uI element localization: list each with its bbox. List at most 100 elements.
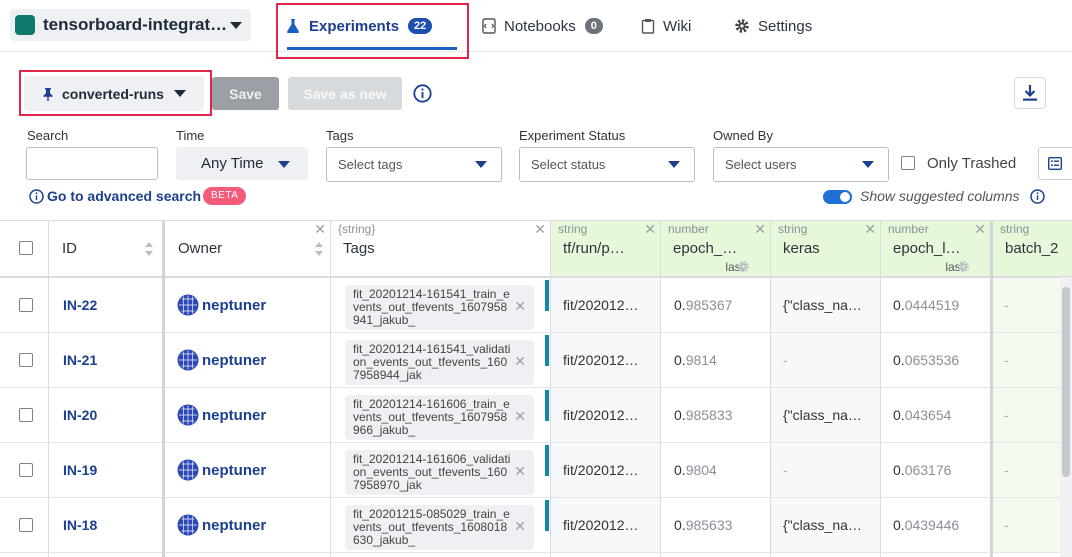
remove-column-icon[interactable]: ✕ (754, 221, 766, 238)
table-row[interactable]: IN-19 neptuner fit_20201214-161606_valid… (0, 443, 1072, 498)
download-button[interactable] (1014, 77, 1046, 109)
search-input[interactable] (26, 147, 158, 180)
owned-by-select-placeholder: Select users (725, 157, 797, 172)
scrollbar-thumb[interactable] (1062, 287, 1070, 477)
tag-chip[interactable]: fit_20201215-085029_train_events_out_tfe… (345, 505, 534, 550)
tag-chip[interactable]: fit_20201214-161606_train_events_out_tfe… (345, 395, 534, 440)
experiment-id-link[interactable]: IN-22 (63, 297, 97, 313)
owner-cell: neptuner (177, 498, 329, 552)
remove-column-icon[interactable]: ✕ (864, 221, 876, 238)
time-selector[interactable]: Any Time (176, 147, 308, 180)
remove-tag-icon[interactable]: ✕ (514, 464, 526, 478)
row-color-indicator (545, 335, 549, 366)
tab-settings[interactable]: Settings (734, 0, 812, 52)
tab-settings-label: Settings (758, 17, 813, 35)
epoch-accuracy-cell: 0.985367 (661, 278, 770, 332)
column-header-id[interactable]: ID (50, 221, 162, 276)
remove-tag-icon[interactable]: ✕ (514, 299, 526, 313)
column-header-keras[interactable]: string keras ✕ (771, 221, 880, 276)
remove-tag-icon[interactable]: ✕ (514, 409, 526, 423)
owned-by-label: Owned By (713, 128, 773, 143)
epoch-loss-cell: 0.0444519 (881, 278, 990, 332)
row-select-cell (0, 498, 48, 552)
id-cell: IN-19 (63, 443, 161, 497)
select-all-checkbox[interactable] (19, 241, 33, 255)
owner-cell: neptuner (177, 278, 329, 332)
tab-wiki[interactable]: Wiki (641, 0, 691, 52)
tag-chip[interactable]: fit_20201214-161606_validation_events_ou… (345, 450, 534, 495)
row-checkbox[interactable] (19, 518, 33, 532)
row-checkbox[interactable] (19, 353, 33, 367)
experiment-id-link[interactable]: IN-21 (63, 352, 97, 368)
owner-name[interactable]: neptuner (202, 297, 266, 314)
suggested-columns-toggle[interactable] (823, 190, 852, 204)
experiment-id-link[interactable]: IN-19 (63, 462, 97, 478)
tag-chip[interactable]: fit_20201214-161541_validation_events_ou… (345, 340, 534, 385)
keras-cell: {"class_na… (771, 498, 880, 552)
column-header-batch[interactable]: string batch_2 (993, 221, 1072, 276)
tf-run-path-cell: fit/202012… (551, 278, 660, 332)
remove-tag-icon[interactable]: ✕ (514, 354, 526, 368)
only-trashed-checkbox[interactable] (901, 156, 915, 170)
gear-icon[interactable] (737, 260, 750, 273)
row-select-cell (0, 278, 48, 332)
batch-value: - (1004, 297, 1009, 313)
table-scrollbar[interactable] (1060, 277, 1072, 557)
remove-column-icon[interactable]: ✕ (534, 221, 546, 238)
epoch-loss-value: 0.0444519 (893, 297, 960, 313)
remove-column-icon[interactable]: ✕ (314, 221, 326, 238)
advanced-search-label: Go to advanced search (47, 188, 202, 204)
column-header-tf-run-path[interactable]: string tf/run/p… ✕ (551, 221, 660, 276)
owner-name[interactable]: neptuner (202, 462, 266, 479)
advanced-search-link[interactable]: Go to advanced search (29, 188, 201, 204)
column-divider (162, 221, 165, 557)
epoch-loss-value: 0.043654 (893, 407, 952, 423)
remove-column-icon[interactable]: ✕ (974, 221, 986, 238)
sort-icon[interactable] (144, 240, 154, 258)
batch-value: - (1004, 462, 1009, 478)
tab-notebooks[interactable]: Notebooks 0 (482, 0, 603, 52)
search-label: Search (27, 128, 69, 143)
row-color-indicator (545, 500, 549, 531)
view-selector[interactable]: converted-runs (24, 76, 204, 111)
remove-tag-icon[interactable]: ✕ (514, 519, 526, 533)
owned-by-select[interactable]: Select users (713, 147, 889, 182)
project-selector[interactable]: tensorboard-integrat… (10, 9, 251, 41)
info-icon[interactable] (413, 84, 432, 103)
column-type: string (558, 222, 588, 236)
column-header-owner[interactable]: Owner ✕ (166, 221, 330, 276)
table-row[interactable]: IN-22 neptuner fit_20201214-161541_train… (0, 278, 1072, 333)
tab-experiments[interactable]: Experiments 22 (285, 0, 457, 52)
sort-icon[interactable] (314, 240, 324, 258)
owner-name[interactable]: neptuner (202, 352, 266, 369)
row-checkbox[interactable] (19, 463, 33, 477)
row-select-cell (0, 388, 48, 442)
column-header-epoch-accuracy[interactable]: number epoch_… ✕ last (661, 221, 770, 276)
table-row[interactable]: IN-21 neptuner fit_20201214-161541_valid… (0, 333, 1072, 388)
row-checkbox[interactable] (19, 408, 33, 422)
owner-name[interactable]: neptuner (202, 407, 266, 424)
gear-icon[interactable] (957, 260, 970, 273)
status-select[interactable]: Select status (519, 147, 695, 182)
epoch-loss-cell: 0.063176 (881, 443, 990, 497)
tf-run-path-value: fit/202012… (563, 352, 639, 368)
tag-chip[interactable]: fit_20201214-161541_train_events_out_tfe… (345, 285, 534, 330)
chevron-down-icon (475, 161, 487, 168)
table-row[interactable]: IN-18 neptuner fit_20201215-085029_train… (0, 498, 1072, 553)
tags-select[interactable]: Select tags (326, 147, 502, 182)
column-header-tags[interactable]: {string} Tags ✕ (331, 221, 550, 276)
row-checkbox[interactable] (19, 298, 33, 312)
columns-button[interactable] (1038, 147, 1072, 180)
column-header-epoch-loss[interactable]: number epoch_l… ✕ last (881, 221, 990, 276)
experiment-id-link[interactable]: IN-18 (63, 517, 97, 533)
keras-cell: - (771, 443, 880, 497)
epoch-accuracy-value: 0.985367 (674, 297, 733, 313)
experiment-id-link[interactable]: IN-20 (63, 407, 97, 423)
owner-name[interactable]: neptuner (202, 517, 266, 534)
info-icon[interactable] (1030, 189, 1045, 204)
table-row[interactable]: IN-20 neptuner fit_20201214-161606_train… (0, 388, 1072, 443)
remove-column-icon[interactable]: ✕ (644, 221, 656, 238)
notebooks-count-badge: 0 (584, 18, 603, 34)
save-button[interactable]: Save (212, 77, 279, 110)
save-as-new-button[interactable]: Save as new (288, 77, 402, 110)
